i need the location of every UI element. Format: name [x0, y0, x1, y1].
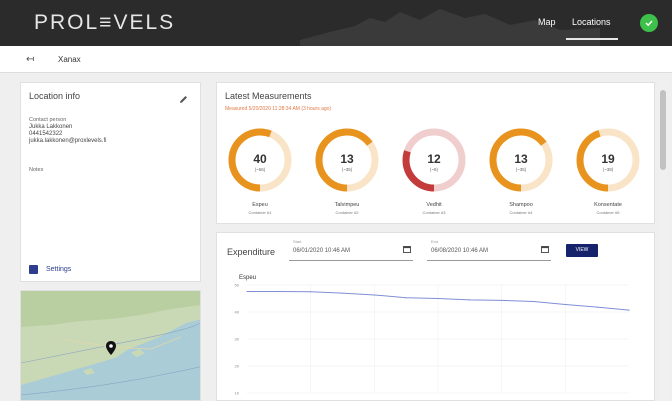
gauge-name: Konsentate: [594, 202, 622, 208]
start-date-input[interactable]: Start 06/01/2020 10:46 AM: [289, 239, 413, 261]
settings-icon: [29, 265, 38, 274]
user-avatar[interactable]: [640, 14, 658, 32]
gauge-container: Container #4: [509, 210, 533, 215]
end-date-input[interactable]: End 06/08/2020 10:46 AM: [427, 239, 551, 261]
start-date-value: 06/01/2020 10:46 AM: [293, 248, 351, 254]
gauge-percent: (~56): [254, 167, 266, 172]
page-scrollbar[interactable]: [659, 80, 667, 401]
gauge-value: 19: [601, 152, 615, 166]
y-tick-label: 50: [235, 283, 240, 288]
map-pin-icon[interactable]: [106, 341, 116, 355]
gauge-1[interactable]: 40 (~56) Espeu Container #1: [219, 125, 301, 221]
y-tick-label: 30: [235, 337, 240, 342]
measurements-title: Latest Measurements: [225, 91, 312, 101]
sub-header: ↤ Xanax: [0, 46, 672, 73]
y-tick-label: 40: [235, 310, 240, 315]
gauge-2[interactable]: 13 (~35) Talvimpeu Container #2: [306, 125, 388, 221]
data-point: [437, 297, 439, 300]
nav-map[interactable]: Map: [538, 17, 556, 27]
settings-link[interactable]: Settings: [29, 265, 71, 274]
settings-label: Settings: [46, 266, 72, 273]
gauge-value: 40: [253, 152, 267, 166]
app-logo[interactable]: PROL≡VELS: [34, 11, 175, 35]
location-info-title: Location info: [29, 91, 81, 101]
gauge-value: 13: [340, 152, 354, 166]
top-bar: PROL≡VELS Map Locations: [0, 0, 672, 46]
latest-measurements-card: Latest Measurements Measured 5/20/2020 1…: [216, 82, 655, 224]
data-point: [246, 290, 248, 293]
gauge-5[interactable]: 19 (~38) Konsentate Container #5: [567, 125, 649, 221]
gauge-container: Container #1: [248, 210, 272, 215]
measurement-timestamp: Measured 5/20/2020 11:28:34 AM (3 hours …: [225, 106, 332, 112]
gauge-percent: (~35): [341, 167, 353, 172]
notes-label: Notes: [29, 167, 44, 173]
gauge-name: Vedhit: [426, 202, 442, 208]
calendar-icon[interactable]: [403, 245, 411, 253]
map-card[interactable]: [20, 290, 201, 401]
scrollbar-thumb[interactable]: [660, 90, 666, 170]
gauge-3[interactable]: 12 (~8) Vedhit Container #3: [393, 125, 475, 221]
expenditure-chart: Espeu 50 40 30 20 10: [235, 275, 630, 396]
gauge-value: 12: [427, 152, 441, 166]
gauge-name: Talvimpeu: [334, 202, 360, 208]
start-date-label: Start: [293, 239, 302, 244]
gauge-percent: (~35): [515, 167, 527, 172]
data-point: [564, 303, 566, 306]
data-point: [469, 299, 471, 301]
y-tick-label: 10: [235, 391, 240, 396]
gauge-name: Espeu: [252, 202, 268, 208]
back-icon[interactable]: ↤: [26, 54, 34, 65]
active-tab-indicator: [566, 38, 618, 40]
end-date-label: End: [431, 239, 439, 244]
location-info-card: Location info Contact person Jukka Lakko…: [20, 82, 201, 282]
gauge-4[interactable]: 13 (~35) Shampoo Container #4: [480, 125, 562, 221]
chart-title: Espeu: [239, 275, 256, 281]
gauge-container: Container #5: [596, 210, 620, 215]
page-title: Xanax: [58, 55, 81, 64]
gauge-name: Shampoo: [509, 202, 533, 208]
gauge-container: Container #3: [422, 210, 446, 215]
data-point: [532, 300, 535, 303]
expenditure-card: Expenditure Start 06/01/2020 10:46 AM En…: [216, 232, 655, 401]
expenditure-title: Expenditure: [227, 247, 276, 257]
gauge-percent: (~8): [429, 167, 439, 172]
view-button[interactable]: VIEW: [566, 244, 598, 257]
data-point: [628, 309, 630, 311]
edit-icon[interactable]: [179, 95, 188, 104]
nav-locations[interactable]: Locations: [572, 17, 611, 27]
data-point: [278, 290, 280, 293]
contact-phone: 0441542322: [29, 131, 63, 137]
data-point: [341, 292, 344, 294]
data-point: [501, 299, 503, 301]
contact-email[interactable]: jukka.lakkonen@proxlevels.fi: [29, 138, 106, 144]
contact-name: Jukka Lakkonen: [29, 124, 73, 130]
end-date-value: 06/08/2020 10:46 AM: [431, 248, 489, 254]
data-point: [405, 297, 407, 299]
y-tick-label: 20: [235, 364, 240, 369]
gauge-value: 13: [514, 152, 528, 166]
data-point: [373, 294, 375, 296]
gauge-percent: (~38): [602, 167, 614, 172]
calendar-icon[interactable]: [541, 245, 549, 253]
check-icon: [645, 20, 653, 27]
gauge-container: Container #2: [335, 210, 359, 215]
contact-label: Contact person: [29, 117, 67, 123]
data-point: [596, 306, 598, 308]
data-point: [310, 291, 312, 293]
